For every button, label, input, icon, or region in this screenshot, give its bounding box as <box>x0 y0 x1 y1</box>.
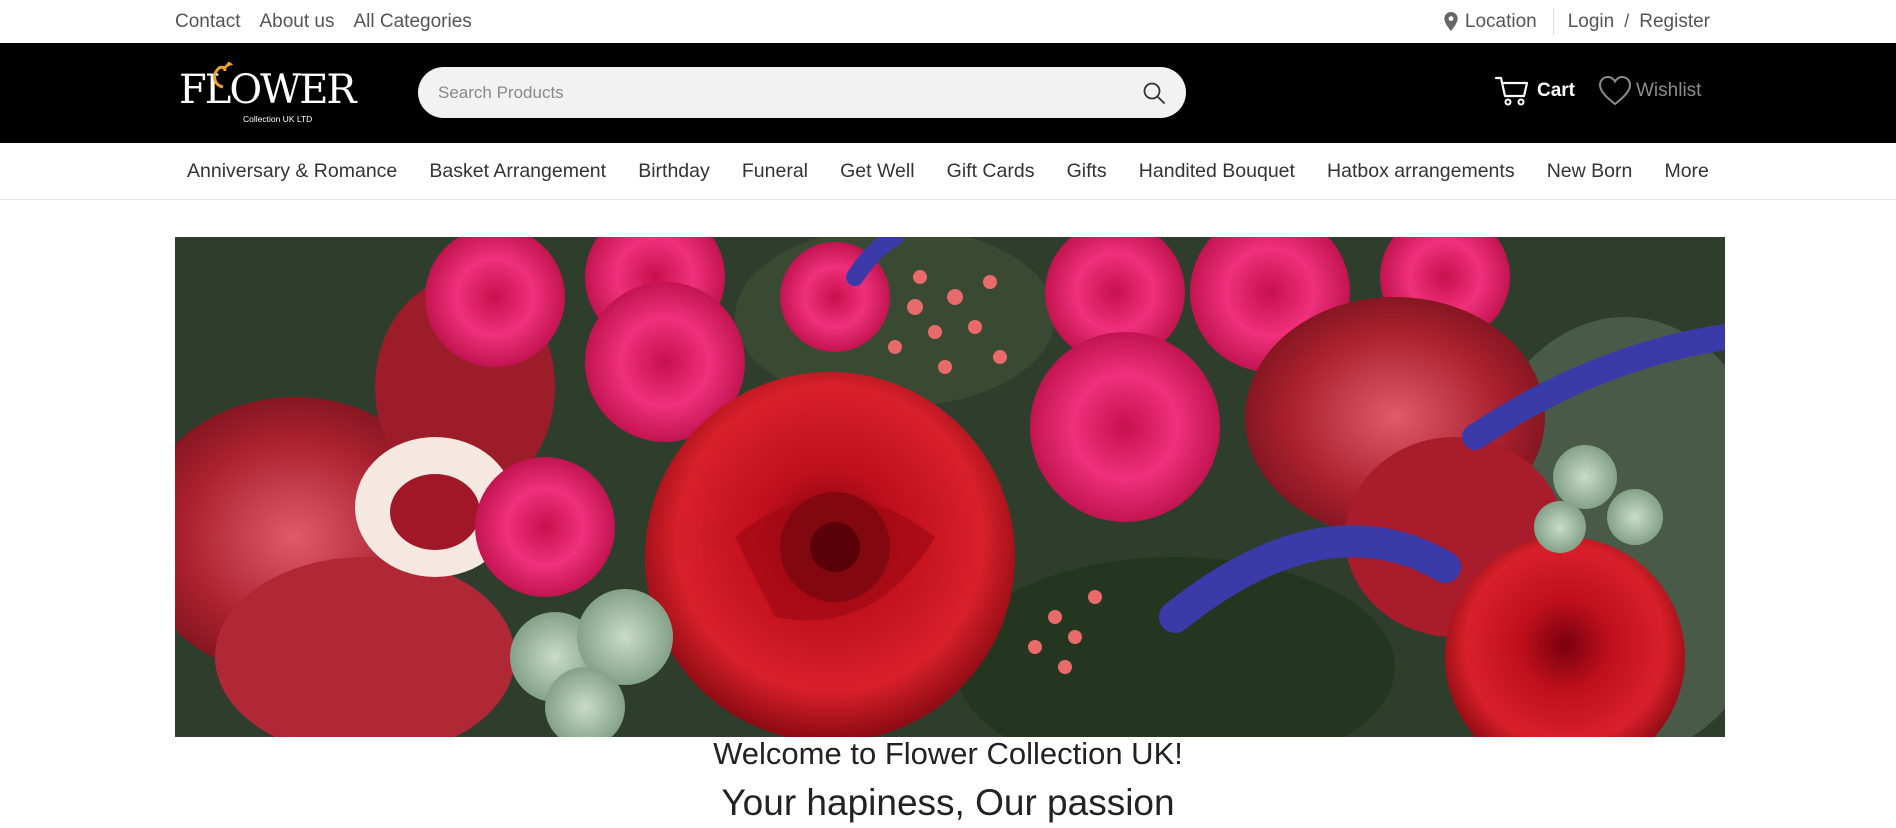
nav-item-more[interactable]: More <box>1664 160 1708 183</box>
auth-separator: / <box>1624 11 1630 31</box>
nav-item-new-born[interactable]: New Born <box>1547 160 1633 183</box>
logo-text: FLOWER <box>179 67 357 113</box>
nav-item-basket-arrangement[interactable]: Basket Arrangement <box>429 160 606 183</box>
nav-item-anniversary-romance[interactable]: Anniversary & Romance <box>187 160 397 183</box>
wishlist-label: Wishlist <box>1636 80 1702 101</box>
nav-item-gift-cards[interactable]: Gift Cards <box>947 160 1035 183</box>
search-bar <box>418 67 1186 118</box>
tagline-heading: Your hapiness, Our passion <box>721 782 1175 823</box>
register-link[interactable]: Register <box>1639 11 1710 33</box>
top-links-right: Location Login / Register <box>1444 0 1710 43</box>
logo-flower-icon <box>213 62 233 89</box>
login-link[interactable]: Login <box>1568 11 1615 33</box>
hero-banner[interactable] <box>175 237 1725 737</box>
nav-item-handited-bouquet[interactable]: Handited Bouquet <box>1139 160 1295 183</box>
nav-item-birthday[interactable]: Birthday <box>638 160 710 183</box>
map-pin-icon <box>1444 12 1458 31</box>
search-input[interactable] <box>438 82 1142 103</box>
category-nav: Anniversary & Romance Basket Arrangement… <box>0 143 1896 200</box>
all-categories-link[interactable]: All Categories <box>353 11 471 33</box>
location-label: Location <box>1464 10 1537 32</box>
heart-icon <box>1598 75 1632 106</box>
top-utility-bar: Contact About us All Categories Location… <box>0 0 1896 43</box>
search-icon[interactable] <box>1142 81 1166 105</box>
hero-flowers-image <box>175 237 1725 737</box>
cart-button[interactable]: Cart <box>1495 75 1575 107</box>
cart-label: Cart <box>1537 80 1576 101</box>
category-list: Anniversary & Romance Basket Arrangement… <box>175 143 1721 199</box>
contact-link[interactable]: Contact <box>175 11 240 33</box>
main-header: FLOWER Collection UK LTD Cart Wishlist <box>0 43 1896 143</box>
cart-icon <box>1495 76 1529 106</box>
nav-item-funeral[interactable]: Funeral <box>742 160 808 183</box>
wishlist-button[interactable]: Wishlist <box>1598 75 1701 107</box>
site-logo[interactable]: FLOWER Collection UK LTD <box>177 61 357 125</box>
logo-subtext: Collection UK LTD <box>243 114 313 124</box>
auth-links: Login / Register <box>1554 11 1710 33</box>
top-links-left: Contact About us All Categories <box>175 0 472 43</box>
nav-item-gifts[interactable]: Gifts <box>1067 160 1107 183</box>
about-us-link[interactable]: About us <box>259 11 334 33</box>
nav-item-hatbox-arrangements[interactable]: Hatbox arrangements <box>1327 160 1515 183</box>
location-link[interactable]: Location <box>1444 8 1554 35</box>
welcome-heading: Welcome to Flower Collection UK! <box>713 736 1183 771</box>
nav-item-get-well[interactable]: Get Well <box>840 160 914 183</box>
